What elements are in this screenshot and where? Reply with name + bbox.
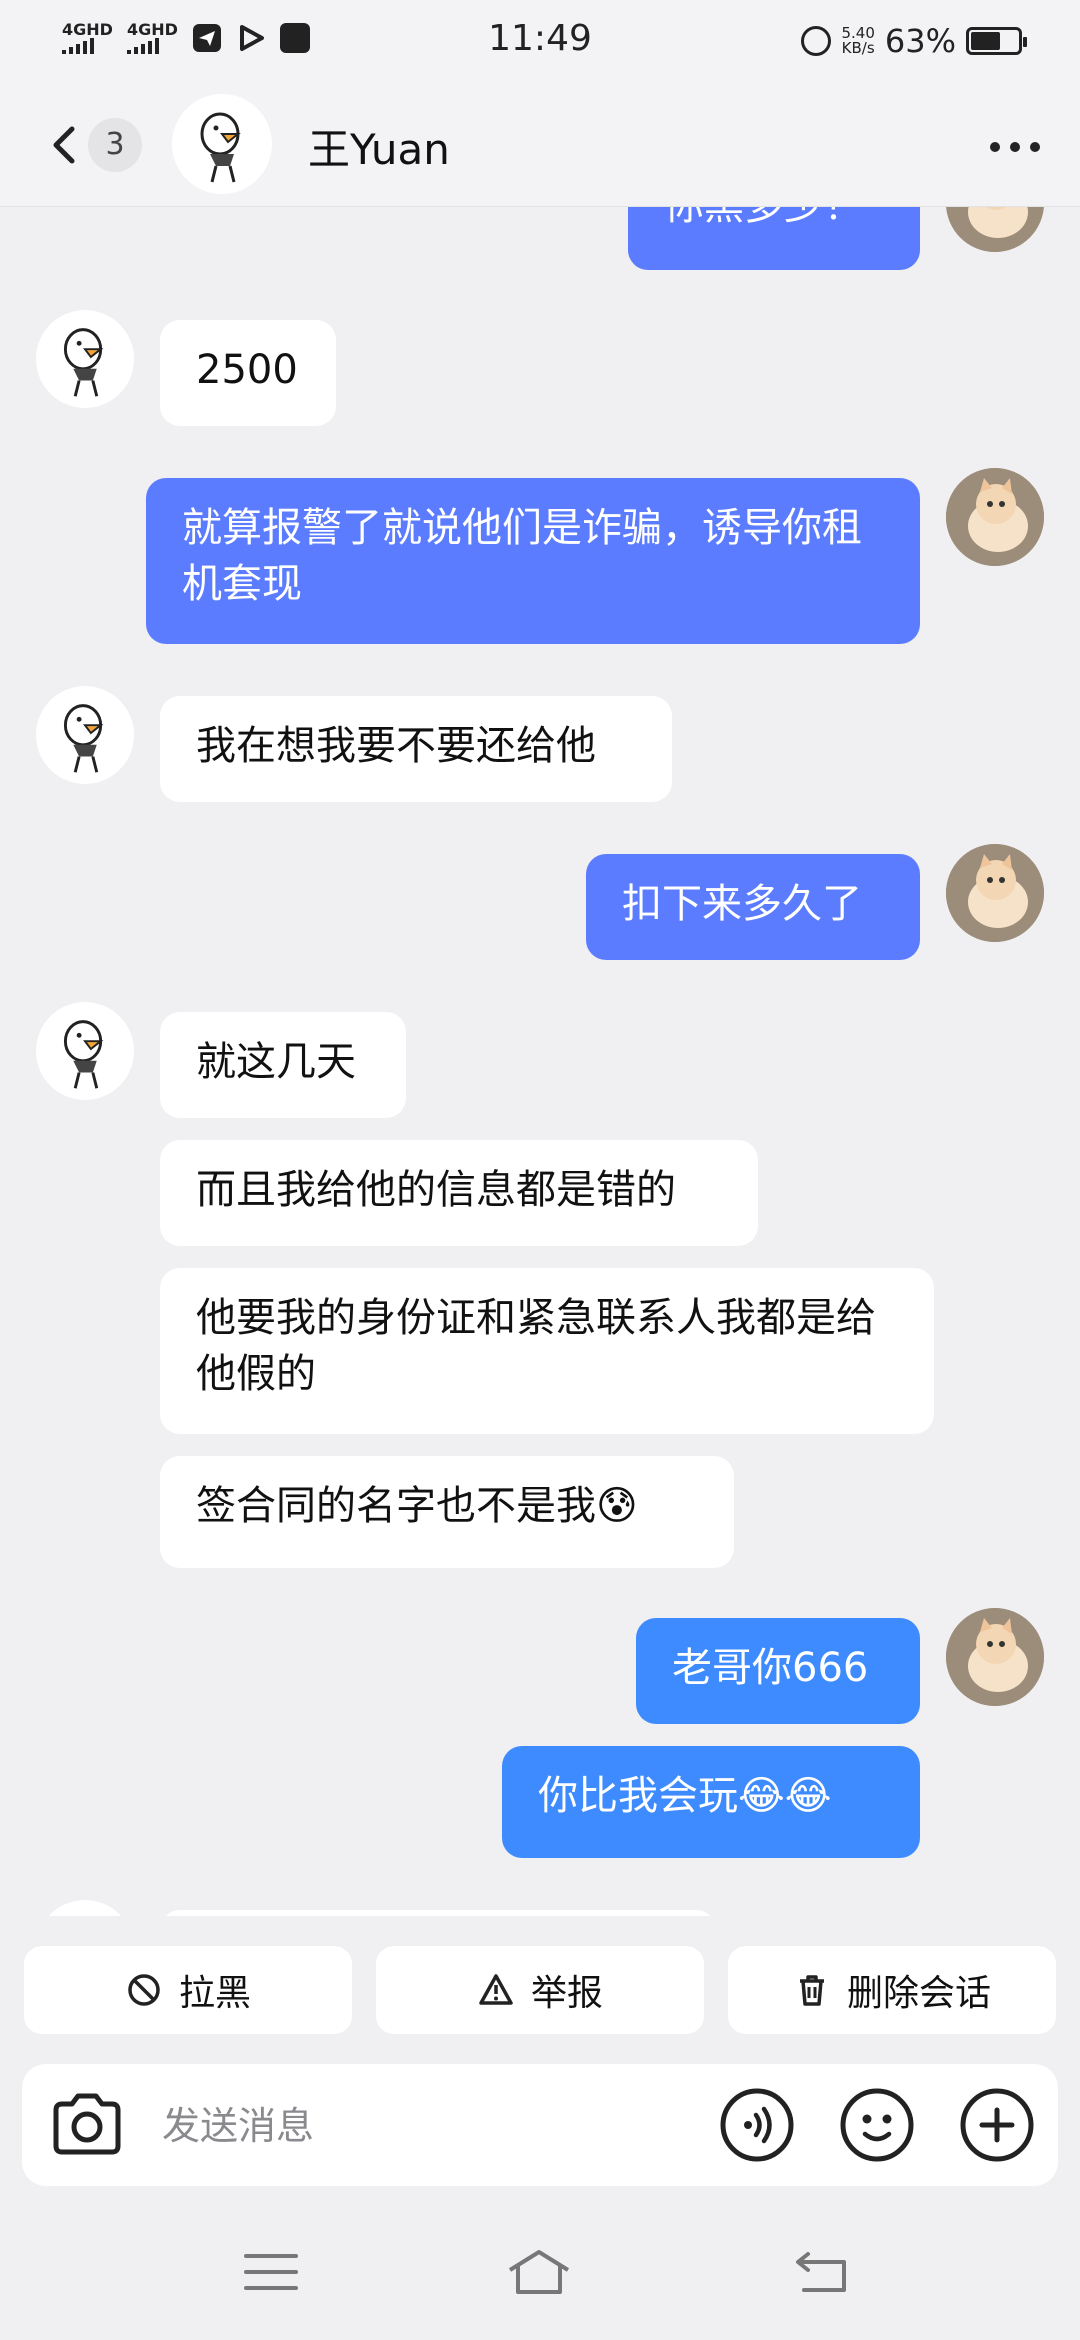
my-avatar[interactable] [946, 206, 1044, 252]
message-text: 他要我的身份证和紧急联系人我都是给他假的 [196, 1295, 876, 1397]
camera-icon[interactable] [46, 2084, 128, 2166]
message-list[interactable]: 你黑多少？ 2500 就算报警了就说他们是诈骗，诱导你租机套现 我在想我要不要还… [0, 206, 1080, 1916]
message-text: 2500 [196, 347, 298, 393]
message-text: 而且我给他的信息都是错的 [196, 1167, 676, 1213]
my-avatar[interactable] [946, 844, 1044, 942]
block-label: 拉黑 [178, 1973, 251, 2014]
block-icon [128, 1974, 160, 2006]
emoji-icon[interactable] [838, 2086, 916, 2164]
message-bubble-in[interactable]: 而且我给他的信息都是错的 [160, 1140, 758, 1246]
message-bubble-in[interactable]: 2500 [160, 320, 336, 426]
home-icon[interactable] [504, 2244, 574, 2300]
alarm-icon [801, 26, 832, 56]
system-nav-bar [0, 2200, 1080, 2340]
message-text: 你黑多少？ [664, 206, 864, 229]
message-bubble-out[interactable]: 你黑多少？ [628, 206, 920, 270]
contact-avatar[interactable] [172, 94, 272, 194]
chat-actions: 拉黑 举报 删除会话 [24, 1946, 1056, 2034]
message-bubble-in[interactable]: 就这几天 [160, 1012, 406, 1118]
status-bar: 4GHD 4GHD 11:49 5.40 KB/s 63% [0, 0, 1080, 84]
message-bubble-out[interactable]: 你比我会玩😂😂 [502, 1746, 920, 1858]
message-text: 就这几天 [196, 1039, 356, 1085]
block-button[interactable]: 拉黑 [24, 1946, 352, 2034]
emoji-laughing: 😂😂 [738, 1773, 832, 1819]
contact-avatar[interactable] [36, 1900, 134, 1916]
contact-name: 王Yuan [308, 125, 450, 174]
message-text: 老哥你666 [672, 1645, 869, 1691]
message-bubble-out[interactable]: 就算报警了就说他们是诈骗，诱导你租机套现 [146, 478, 920, 644]
message-text: 我在想我要不要还给他 [196, 723, 596, 769]
contact-avatar[interactable] [36, 310, 134, 408]
plus-icon[interactable] [958, 2086, 1036, 2164]
report-label: 举报 [530, 1973, 603, 2014]
my-avatar[interactable] [946, 1608, 1044, 1706]
message-bubble-in[interactable]: 我在想我要不要还给他 [160, 696, 672, 802]
delete-chat-button[interactable]: 删除会话 [728, 1946, 1056, 2034]
contact-avatar[interactable] [36, 1002, 134, 1100]
network-speed-unit: KB/s [841, 39, 875, 57]
warning-icon [479, 1974, 513, 2005]
more-icon[interactable] [990, 142, 1040, 152]
message-bubble-in[interactable] [160, 1910, 716, 1916]
network-speed: 5.40 KB/s [841, 26, 874, 56]
message-bubble-in[interactable]: 他要我的身份证和紧急联系人我都是给他假的 [160, 1268, 934, 1434]
menu-icon[interactable] [236, 2244, 306, 2300]
unread-count-badge[interactable]: 3 [88, 118, 142, 172]
battery-icon [966, 27, 1027, 55]
message-bubble-out[interactable]: 老哥你666 [636, 1618, 920, 1724]
battery-percent: 63% [884, 22, 956, 60]
back-nav-icon[interactable] [786, 2244, 856, 2300]
report-button[interactable]: 举报 [376, 1946, 704, 2034]
message-text: 扣下来多久了 [622, 881, 862, 927]
message-text: 签合同的名字也不是我 [196, 1483, 596, 1529]
battery-level [971, 32, 1000, 50]
message-text: 你比我会玩 [538, 1773, 738, 1819]
trash-icon [799, 1975, 824, 2006]
message-bubble-in[interactable]: 签合同的名字也不是我😰 [160, 1456, 734, 1568]
message-input[interactable] [160, 2092, 704, 2160]
voice-icon[interactable] [718, 2086, 796, 2164]
delete-chat-label: 删除会话 [846, 1973, 991, 2014]
emoji-anxious: 😰 [596, 1483, 638, 1529]
message-input-bar [22, 2064, 1058, 2186]
chat-header: 3 王Yuan [0, 84, 1080, 207]
status-right: 5.40 KB/s 63% [801, 22, 1027, 60]
chevron-left-icon[interactable] [44, 117, 84, 173]
my-avatar[interactable] [946, 468, 1044, 566]
message-bubble-out[interactable]: 扣下来多久了 [586, 854, 920, 960]
contact-avatar[interactable] [36, 686, 134, 784]
message-text: 就算报警了就说他们是诈骗，诱导你租机套现 [182, 505, 862, 607]
